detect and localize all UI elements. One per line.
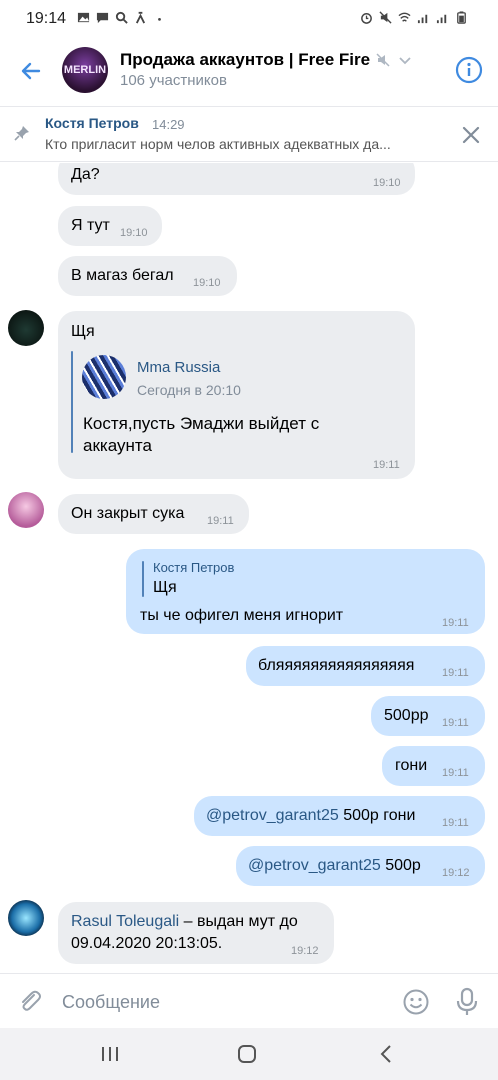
message-text: Щя (71, 323, 95, 340)
avatar[interactable] (8, 492, 44, 528)
forward-date: Сегодня в 20:10 (137, 382, 241, 398)
gallery-icon (77, 12, 90, 23)
reply-bar (142, 561, 144, 597)
alarm-icon (361, 13, 372, 24)
chat-title[interactable]: Продажа аккаунтов | Free Fire (120, 50, 370, 70)
message-bubble[interactable]: Да? 19:10 (58, 163, 415, 195)
signal-icon (417, 14, 428, 24)
battery-icon (457, 11, 466, 24)
message-time: 19:11 (373, 459, 400, 471)
message-bubble[interactable]: Он закрыт сука 19:11 (58, 494, 249, 534)
message-text: @petrov_garant25 500р гони (206, 807, 415, 825)
message-text-rest: – выдан мут до (179, 913, 298, 930)
message-bubble[interactable]: гони 19:11 (382, 746, 485, 786)
status-time: 19:14 (26, 10, 67, 27)
wifi-icon (398, 12, 411, 22)
forward-avatar[interactable] (82, 355, 126, 399)
reply-author[interactable]: Костя Петров (153, 560, 234, 575)
message-bubble[interactable]: @petrov_garant25 500р гони 19:11 (194, 796, 485, 836)
avatar[interactable] (8, 900, 44, 936)
pin-icon (14, 126, 29, 141)
message-text: Я тут (71, 217, 110, 234)
back-button[interactable] (14, 54, 48, 88)
message-text: В магаз бегал (71, 267, 174, 284)
forward-text-line2: аккаунта (83, 436, 152, 455)
reply-text: Щя (153, 579, 177, 596)
avatar[interactable] (8, 310, 44, 346)
message-text: Да? (71, 166, 100, 183)
microphone-icon[interactable] (455, 987, 479, 1017)
mute-icon (379, 11, 392, 24)
chat-avatar[interactable]: MERLIN (62, 47, 108, 93)
message-icon (96, 12, 109, 24)
tune-icon (135, 11, 146, 24)
message-text: 500рр (384, 707, 429, 724)
message-bubble[interactable]: бляяяяяяяяяяяяяяяя 19:11 (246, 646, 485, 686)
message-text-rest: 500р (380, 857, 421, 874)
message-time: 19:10 (373, 177, 401, 189)
forward-bar (71, 351, 73, 453)
message-text: @petrov_garant25 500р (248, 857, 421, 875)
signal-icon (436, 14, 447, 24)
mention-link[interactable]: @petrov_garant25 (206, 807, 339, 824)
message-time: 19:10 (193, 277, 221, 289)
message-bubble[interactable]: Щя Mma Russia Сегодня в 20:10 Костя,пуст… (58, 311, 415, 479)
message-time: 19:11 (442, 767, 469, 779)
message-bubble[interactable]: Rasul Toleugali – выдан мут до 09.04.202… (58, 902, 334, 964)
system-nav-bar (0, 1028, 498, 1080)
back-icon[interactable] (374, 1042, 400, 1066)
message-time: 19:11 (442, 667, 469, 679)
pinned-message[interactable]: Костя Петров 14:29 Кто пригласит норм че… (0, 106, 498, 162)
message-text-line1: Rasul Toleugali – выдан мут до (71, 913, 298, 931)
avatar-logo-text: MERLIN (63, 64, 107, 76)
message-time: 19:11 (207, 515, 234, 527)
member-count: 106 участников (120, 72, 227, 89)
message-time: 19:12 (442, 867, 470, 879)
emoji-icon[interactable] (402, 988, 430, 1016)
user-link[interactable]: Rasul Toleugali (71, 913, 179, 930)
message-text: Он закрыт сука (71, 505, 185, 522)
message-bubble[interactable]: Костя Петров Щя ты че офигел меня игнори… (126, 549, 485, 634)
back-arrow-icon (21, 62, 41, 80)
message-time: 19:11 (442, 717, 469, 729)
forward-text-line1: Костя,пусть Эмаджи выйдет с (83, 414, 320, 433)
message-text-rest: 500р гони (338, 807, 416, 824)
message-time: 19:11 (442, 617, 469, 629)
message-bubble[interactable]: В магаз бегал 19:10 (58, 256, 237, 296)
message-text: ты че офигел меня игнорит (140, 607, 344, 624)
close-icon[interactable] (460, 124, 482, 146)
pinned-time: 14:29 (152, 117, 185, 132)
message-text-line2: 09.04.2020 20:13:05. (71, 935, 223, 952)
paperclip-icon[interactable] (16, 988, 44, 1016)
mention-link[interactable]: @petrov_garant25 (248, 857, 381, 874)
message-composer (0, 973, 498, 1028)
pinned-text: Кто пригласит норм челов активных адеква… (45, 136, 391, 152)
message-text: гони (395, 757, 428, 774)
recent-apps-icon[interactable] (97, 1042, 123, 1066)
message-time: 19:12 (291, 945, 319, 957)
message-bubble[interactable]: Я тут 19:10 (58, 206, 162, 246)
message-list[interactable]: Да? 19:10 Я тут 19:10 В магаз бегал 19:1… (0, 163, 498, 973)
info-icon[interactable] (455, 56, 483, 84)
message-time: 19:11 (442, 817, 469, 829)
home-icon[interactable] (234, 1042, 260, 1066)
pinned-author: Костя Петров (45, 115, 139, 131)
dot-icon (158, 17, 161, 21)
message-bubble[interactable]: 500рр 19:11 (371, 696, 485, 736)
chat-header: MERLIN Продажа аккаунтов | Free Fire 106… (0, 38, 498, 106)
search-icon (115, 11, 128, 24)
muted-icon (376, 53, 390, 67)
chevron-down-icon[interactable] (398, 53, 412, 67)
forward-author[interactable]: Mma Russia (137, 359, 220, 376)
message-bubble[interactable]: @petrov_garant25 500р 19:12 (236, 846, 485, 886)
status-bar: 19:14 (0, 0, 498, 38)
message-text: бляяяяяяяяяяяяяяяя (258, 657, 415, 674)
message-time: 19:10 (120, 227, 148, 239)
message-input[interactable] (62, 990, 382, 1014)
